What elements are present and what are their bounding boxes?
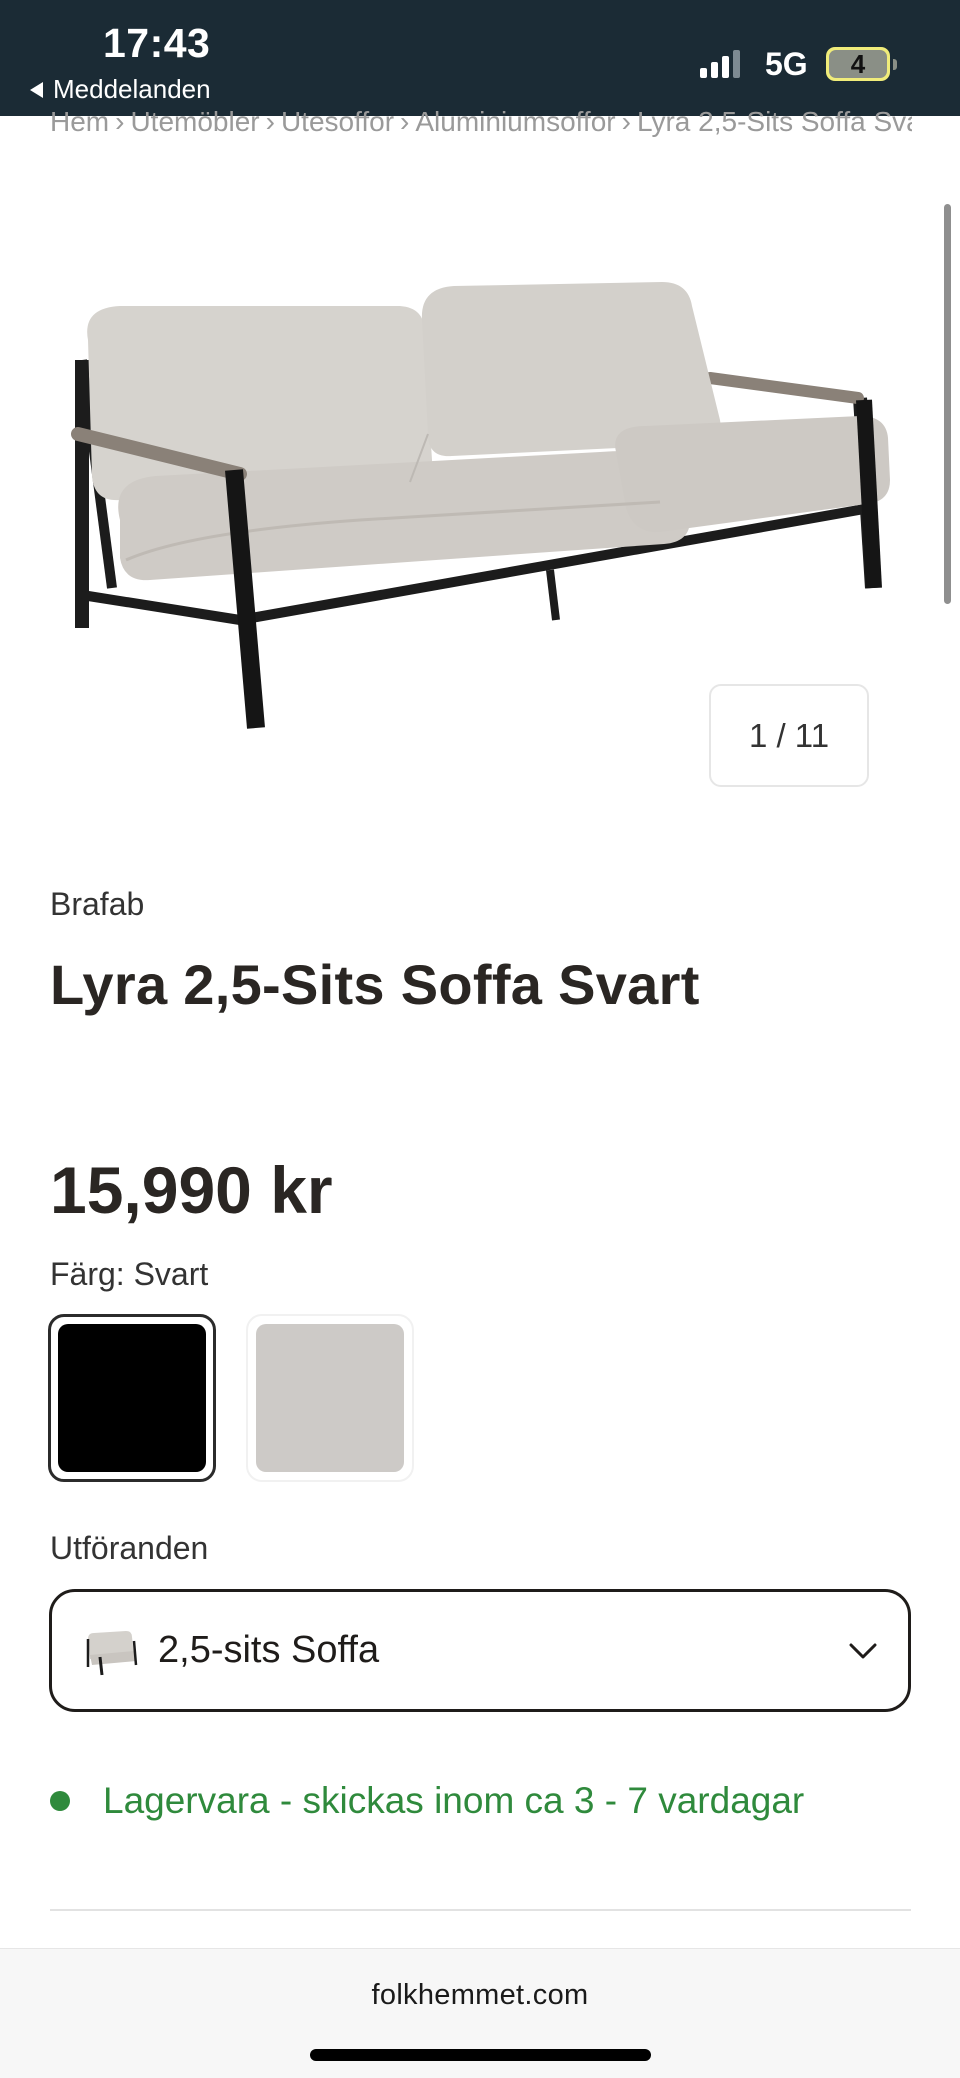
breadcrumb-separator: › — [115, 106, 125, 137]
battery-level: 4 — [850, 48, 866, 79]
stock-status-text: Lagervara - skickas inom ca 3 - 7 vardag… — [103, 1780, 805, 1821]
back-to-app-link[interactable]: Meddelanden — [30, 74, 211, 105]
stock-status: Lagervara - skickas inom ca 3 - 7 vardag… — [50, 1780, 804, 1822]
in-stock-dot-icon — [50, 1791, 70, 1811]
breadcrumb-item-utemobler[interactable]: Utemöbler — [130, 106, 259, 137]
breadcrumb-item-aluminiumsoffor[interactable]: Aluminiumsoffor — [415, 106, 615, 137]
color-swatch-black[interactable] — [48, 1314, 216, 1482]
battery-icon: 4 — [826, 47, 890, 81]
battery-tip — [893, 59, 897, 70]
back-arrow-icon — [30, 81, 43, 98]
product-title: Lyra 2,5-Sits Soffa Svart — [50, 953, 700, 1016]
breadcrumb-separator: › — [621, 106, 631, 137]
cellular-signal-icon — [700, 48, 740, 78]
breadcrumb-item-utesoffor[interactable]: Utesoffor — [281, 106, 394, 137]
scroll-indicator[interactable] — [944, 204, 951, 604]
breadcrumb-item-home[interactable]: Hem — [50, 106, 109, 137]
network-type: 5G — [765, 46, 808, 82]
chevron-down-icon — [849, 1643, 877, 1659]
image-counter[interactable]: 1 / 11 — [709, 684, 869, 787]
status-time: 17:43 — [103, 20, 211, 66]
product-image[interactable] — [60, 270, 900, 740]
breadcrumb-separator: › — [400, 106, 410, 137]
url-text[interactable]: folkhemmet.com — [0, 1979, 960, 2012]
sofa-thumbnail-icon — [86, 1630, 138, 1675]
breadcrumb: Hem › Utemöbler › Utesoffor › Aluminiumsoffor ›… — [50, 106, 912, 138]
breadcrumb-separator: › — [265, 106, 275, 137]
product-price: 15,990 kr — [50, 1153, 333, 1227]
variant-selected-value: 2,5-sits Soffa — [158, 1629, 380, 1671]
color-label: Färg: Svart — [50, 1256, 209, 1292]
product-brand[interactable]: Brafab — [50, 886, 144, 923]
variant-dropdown[interactable]: 2,5-sits Soffa — [49, 1589, 911, 1712]
home-indicator[interactable] — [310, 2049, 651, 2061]
divider — [50, 1909, 911, 1911]
status-bar: 17:43 Meddelanden 5G 4 — [0, 0, 960, 116]
breadcrumb-item-current: Lyra 2,5-Sits Soffa Svart — [636, 106, 912, 137]
back-app-label: Meddelanden — [53, 74, 211, 104]
browser-address-bar[interactable]: folkhemmet.com — [0, 1948, 960, 2078]
color-swatch-grey[interactable] — [246, 1314, 414, 1482]
variants-label: Utföranden — [50, 1530, 209, 1566]
